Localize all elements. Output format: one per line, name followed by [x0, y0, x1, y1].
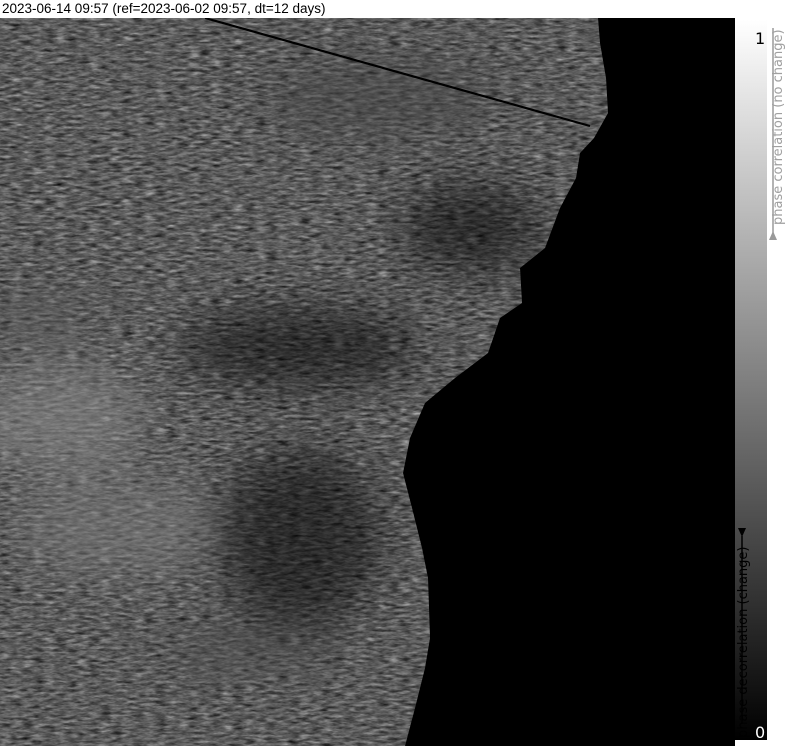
- title-bar: 2023-06-14 09:57 (ref=2023-06-02 09:57, …: [0, 0, 785, 18]
- colorbar-max-label: 1: [755, 29, 765, 48]
- colorbar-lower-caption: phase decorrelation (change): [736, 547, 751, 738]
- colorbar: 1 0 phase correlation (no change) phase …: [735, 20, 785, 742]
- colorbar-upper-caption: phase correlation (no change): [771, 29, 785, 225]
- colorbar-min-label: 0: [755, 723, 765, 742]
- app-root: 2023-06-14 09:57 (ref=2023-06-02 09:57, …: [0, 0, 785, 746]
- coherence-image: [0, 18, 735, 746]
- image-title: 2023-06-14 09:57 (ref=2023-06-02 09:57, …: [2, 1, 326, 16]
